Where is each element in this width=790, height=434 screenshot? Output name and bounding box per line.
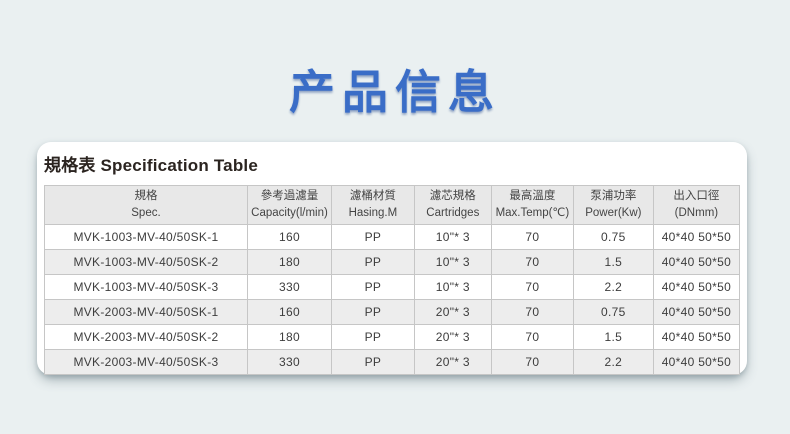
header-row: 規格Spec.參考過濾量Capacity(l/min)濾桶材質Hasing.M濾… xyxy=(45,186,740,225)
column-header-en: Cartridges xyxy=(417,205,489,222)
table-cell: 0.75 xyxy=(573,300,653,325)
table-cell: MVK-1003-MV-40/50SK-3 xyxy=(45,275,248,300)
page-title: 产品信息 xyxy=(0,0,790,122)
table-cell: 330 xyxy=(247,275,331,300)
column-header-en: Hasing.M xyxy=(334,205,412,222)
table-cell: MVK-2003-MV-40/50SK-1 xyxy=(45,300,248,325)
table-cell: 70 xyxy=(491,275,573,300)
table-cell: PP xyxy=(332,225,415,250)
column-header-en: Spec. xyxy=(47,205,245,222)
table-cell: 1.5 xyxy=(573,325,653,350)
column-header-zh: 參考過濾量 xyxy=(250,188,329,205)
table-cell: MVK-2003-MV-40/50SK-2 xyxy=(45,325,248,350)
table-cell: PP xyxy=(332,250,415,275)
spec-table-body: MVK-1003-MV-40/50SK-1160PP10"* 3700.7540… xyxy=(45,225,740,375)
table-row: MVK-1003-MV-40/50SK-3330PP10"* 3702.240*… xyxy=(45,275,740,300)
table-cell: 0.75 xyxy=(573,225,653,250)
column-header-zh: 泵浦功率 xyxy=(576,188,651,205)
table-cell: 180 xyxy=(247,250,331,275)
column-header: 出入口徑(DNmm) xyxy=(653,186,739,225)
table-cell: 20"* 3 xyxy=(414,350,491,375)
column-header-zh: 最高溫度 xyxy=(494,188,571,205)
table-cell: PP xyxy=(332,275,415,300)
column-header-en: Capacity(l/min) xyxy=(250,205,329,222)
column-header-zh: 出入口徑 xyxy=(656,188,737,205)
table-cell: PP xyxy=(332,300,415,325)
column-header: 泵浦功率Power(Kw) xyxy=(573,186,653,225)
column-header-zh: 規格 xyxy=(47,188,245,205)
spec-table: 規格Spec.參考過濾量Capacity(l/min)濾桶材質Hasing.M濾… xyxy=(44,185,740,375)
table-cell: 2.2 xyxy=(573,275,653,300)
table-row: MVK-2003-MV-40/50SK-1160PP20"* 3700.7540… xyxy=(45,300,740,325)
table-cell: MVK-1003-MV-40/50SK-2 xyxy=(45,250,248,275)
table-cell: MVK-2003-MV-40/50SK-3 xyxy=(45,350,248,375)
table-cell: PP xyxy=(332,325,415,350)
table-cell: 2.2 xyxy=(573,350,653,375)
table-cell: 40*40 50*50 xyxy=(653,350,739,375)
column-header: 規格Spec. xyxy=(45,186,248,225)
table-cell: 70 xyxy=(491,350,573,375)
table-cell: 70 xyxy=(491,325,573,350)
table-cell: 20"* 3 xyxy=(414,325,491,350)
table-cell: 70 xyxy=(491,225,573,250)
column-header: 最高溫度Max.Temp(℃) xyxy=(491,186,573,225)
table-row: MVK-2003-MV-40/50SK-2180PP20"* 3701.540*… xyxy=(45,325,740,350)
column-header-en: Power(Kw) xyxy=(576,205,651,222)
column-header: 濾桶材質Hasing.M xyxy=(332,186,415,225)
column-header-zh: 濾桶材質 xyxy=(334,188,412,205)
table-cell: 10"* 3 xyxy=(414,275,491,300)
table-cell: 40*40 50*50 xyxy=(653,275,739,300)
column-header-en: Max.Temp(℃) xyxy=(494,205,571,222)
table-cell: MVK-1003-MV-40/50SK-1 xyxy=(45,225,248,250)
table-cell: 40*40 50*50 xyxy=(653,325,739,350)
table-cell: 40*40 50*50 xyxy=(653,250,739,275)
spec-card: 規格表 Specification Table 規格Spec.參考過濾量Capa… xyxy=(37,142,747,375)
column-header: 濾芯規格Cartridges xyxy=(414,186,491,225)
table-cell: 70 xyxy=(491,300,573,325)
spec-table-heading: 規格表 Specification Table xyxy=(44,151,740,176)
table-cell: 40*40 50*50 xyxy=(653,225,739,250)
column-header: 參考過濾量Capacity(l/min) xyxy=(247,186,331,225)
table-row: MVK-2003-MV-40/50SK-3330PP20"* 3702.240*… xyxy=(45,350,740,375)
table-cell: 160 xyxy=(247,225,331,250)
column-header-en: (DNmm) xyxy=(656,205,737,222)
table-cell: 160 xyxy=(247,300,331,325)
table-cell: 20"* 3 xyxy=(414,300,491,325)
spec-table-header: 規格Spec.參考過濾量Capacity(l/min)濾桶材質Hasing.M濾… xyxy=(45,186,740,225)
table-row: MVK-1003-MV-40/50SK-2180PP10"* 3701.540*… xyxy=(45,250,740,275)
table-row: MVK-1003-MV-40/50SK-1160PP10"* 3700.7540… xyxy=(45,225,740,250)
column-header-zh: 濾芯規格 xyxy=(417,188,489,205)
table-cell: 180 xyxy=(247,325,331,350)
table-cell: 1.5 xyxy=(573,250,653,275)
table-cell: 10"* 3 xyxy=(414,225,491,250)
table-cell: 70 xyxy=(491,250,573,275)
table-cell: 10"* 3 xyxy=(414,250,491,275)
table-cell: 40*40 50*50 xyxy=(653,300,739,325)
table-cell: PP xyxy=(332,350,415,375)
table-cell: 330 xyxy=(247,350,331,375)
